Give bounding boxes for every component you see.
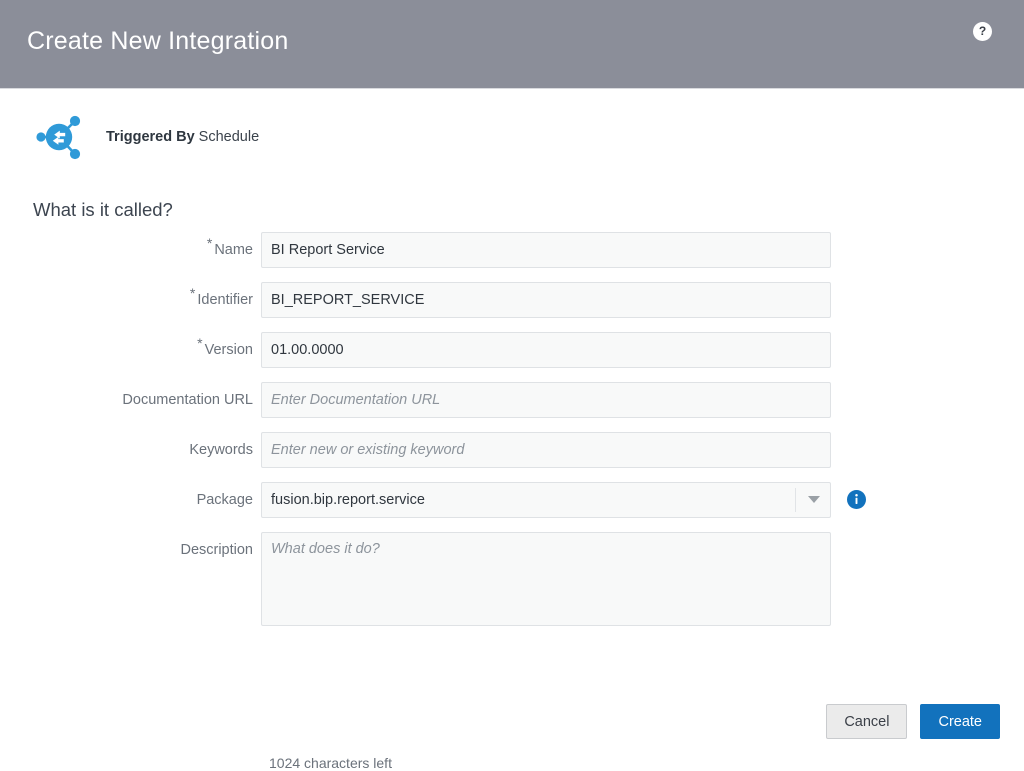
page-title: Create New Integration [27,27,289,55]
form-row-keywords: Keywords [0,432,1024,482]
description-label: Description [180,542,253,558]
form-row-name: * Name [0,232,1024,282]
trigger-summary: Triggered By Schedule [30,107,259,167]
identifier-label-text: Identifier [197,292,253,308]
keywords-input[interactable] [261,432,831,468]
integration-form: *Name *Identifier *Version Documentation… [0,232,1024,771]
form-row-documentation-url: Documentation URL [0,382,1024,432]
package-input[interactable] [261,482,831,518]
info-icon[interactable] [847,490,866,509]
version-input[interactable] [261,332,831,368]
required-marker: * [206,235,213,252]
cancel-button[interactable]: Cancel [826,704,908,739]
documentation-url-label: Documentation URL [122,392,253,408]
create-button[interactable]: Create [920,704,1000,739]
package-label: Package [196,492,253,508]
trigger-value-label: Schedule [198,129,260,145]
dialog-body: Triggered By Schedule What is it called?… [0,89,1024,771]
required-marker: * [189,285,196,302]
keywords-label: Keywords [189,442,253,458]
documentation-url-input[interactable] [261,382,831,418]
package-combobox[interactable] [261,482,831,518]
help-icon[interactable]: ? [973,22,992,41]
name-label: * Name [0,232,261,268]
integration-trigger-icon [30,108,88,166]
identifier-label: * Identifier [0,282,261,318]
description-char-counter: 1024 characters left [269,755,392,771]
identifier-input[interactable] [261,282,831,318]
dialog-titlebar: Create New Integration ? [0,0,1024,89]
version-label-text: Version [204,342,253,358]
form-row-package: Package [0,482,1024,532]
name-input[interactable] [261,232,831,268]
trigger-summary-text: Triggered By Schedule [106,129,259,145]
trigger-prefix-label: Triggered By [106,129,195,145]
name-label-text: Name [214,242,253,258]
description-textarea[interactable] [261,532,831,626]
form-row-description: Description [0,532,1024,636]
section-heading: What is it called? [33,199,173,220]
dialog-footer: Cancel Create [826,704,1000,739]
form-row-version: * Version [0,332,1024,382]
required-marker: * [197,335,203,352]
form-row-identifier: * Identifier [0,282,1024,332]
version-label: * Version [0,332,261,368]
